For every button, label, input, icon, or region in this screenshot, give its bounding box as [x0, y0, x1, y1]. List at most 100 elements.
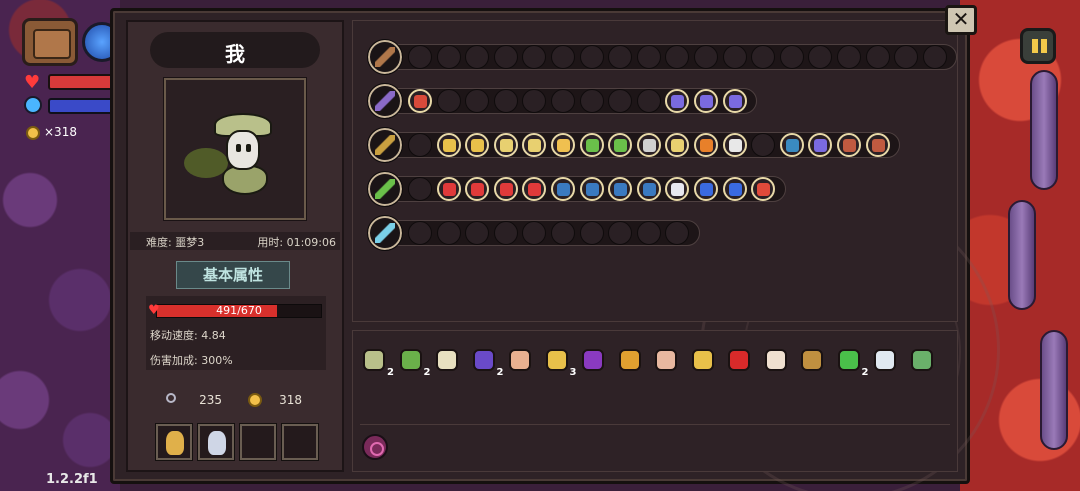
empty-slot[interactable]	[608, 221, 633, 245]
consumable-slot[interactable]	[155, 423, 193, 461]
red-eye-icon[interactable]	[725, 346, 753, 374]
empty-slot[interactable]	[779, 45, 804, 69]
empty-slot[interactable]	[465, 221, 490, 245]
ice-blade-icon-glyph	[375, 223, 395, 243]
arrow-icon[interactable]	[465, 133, 490, 157]
dagger-icon[interactable]	[579, 177, 604, 201]
tablet-icon[interactable]	[798, 346, 826, 374]
blade-icon[interactable]	[722, 89, 747, 113]
dark-spear-icon[interactable]	[367, 83, 403, 119]
mana-icon	[24, 96, 42, 114]
empty-slot[interactable]	[894, 45, 919, 69]
empty-slot[interactable]	[408, 133, 432, 157]
empty-slot[interactable]	[636, 45, 661, 69]
empty-slot[interactable]	[493, 89, 518, 113]
empty-slot[interactable]	[636, 221, 661, 245]
boot-icon[interactable]	[908, 346, 936, 374]
feather-icon[interactable]	[433, 346, 461, 374]
consumable-slot[interactable]	[239, 423, 277, 461]
pause-button[interactable]	[1020, 28, 1056, 64]
health-bar: 491/670	[156, 304, 322, 318]
empty-slot[interactable]	[551, 89, 575, 113]
straw-hat-icon[interactable]: 2	[360, 346, 394, 378]
damage-bonus-stat: 伤害加成: 300%	[150, 354, 233, 367]
gold-value: 318	[279, 393, 302, 407]
fang-icon[interactable]	[762, 346, 790, 374]
green-staff-icon[interactable]	[367, 171, 403, 207]
berries-icon[interactable]	[436, 177, 461, 201]
heart-organ-icon[interactable]	[865, 133, 890, 157]
consumable-slot[interactable]	[281, 423, 319, 461]
herb-icon-glyph	[399, 349, 422, 371]
bow-icon[interactable]	[779, 133, 804, 157]
ear-icon[interactable]	[506, 346, 534, 374]
mouse-icon[interactable]	[722, 133, 747, 157]
clover-icon[interactable]: 2	[835, 346, 869, 378]
empty-slot[interactable]	[579, 89, 604, 113]
empty-slot[interactable]	[408, 177, 432, 201]
trophy-icon[interactable]	[616, 346, 644, 374]
herb-icon[interactable]: 2	[397, 346, 431, 378]
empty-slot[interactable]	[551, 45, 575, 69]
book-icon[interactable]	[722, 177, 747, 201]
pickaxe-icon[interactable]: 3	[543, 346, 577, 378]
empty-slot[interactable]	[465, 45, 490, 69]
item-count: 2	[496, 367, 504, 378]
crystal-icon[interactable]	[751, 177, 776, 201]
berries-icon[interactable]	[493, 177, 518, 201]
cape-icon[interactable]	[579, 346, 607, 374]
scroll-icon[interactable]	[493, 133, 518, 157]
empty-slot[interactable]	[551, 221, 575, 245]
empty-slot[interactable]	[493, 45, 518, 69]
wizard-hat-icon-glyph	[472, 349, 495, 371]
empty-slot[interactable]	[408, 45, 432, 69]
dagger-icon[interactable]	[636, 177, 661, 201]
empty-slot[interactable]	[751, 45, 776, 69]
empty-slot[interactable]	[608, 89, 633, 113]
consumable-slot[interactable]	[197, 423, 235, 461]
bird-icon[interactable]	[652, 346, 680, 374]
coin-icon	[248, 393, 262, 407]
ice-blade-icon[interactable]	[367, 215, 403, 251]
empty-slot[interactable]	[722, 45, 747, 69]
dark-spear-icon-glyph	[375, 91, 395, 111]
chest-icon[interactable]	[367, 39, 403, 75]
arrow-icon[interactable]	[436, 133, 461, 157]
leaf-icon[interactable]	[608, 133, 633, 157]
inventory-divider	[360, 424, 950, 425]
close-button[interactable]: ✕	[945, 5, 977, 35]
leaf-icon[interactable]	[579, 133, 604, 157]
empty-slot[interactable]	[751, 133, 776, 157]
chest-icon[interactable]	[22, 18, 78, 66]
empty-slot[interactable]	[493, 221, 518, 245]
heart-organ-icon[interactable]	[837, 133, 861, 157]
dagger-icon[interactable]	[551, 177, 575, 201]
empty-slot[interactable]	[608, 45, 633, 69]
empty-slot[interactable]	[579, 45, 604, 69]
empty-slot[interactable]	[694, 45, 718, 69]
empty-slot[interactable]	[408, 221, 432, 245]
rune-icon[interactable]	[362, 434, 388, 460]
dagger-icon[interactable]	[608, 177, 633, 201]
wizard-hat-icon[interactable]: 2	[470, 346, 504, 378]
empty-slot[interactable]	[436, 221, 461, 245]
eye-icon[interactable]	[636, 133, 661, 157]
target-icon[interactable]	[408, 89, 432, 113]
ghost-icon[interactable]	[871, 346, 899, 374]
empty-slot[interactable]	[636, 89, 661, 113]
upgrade-icon[interactable]	[551, 133, 575, 157]
empty-slot[interactable]	[922, 45, 947, 69]
berries-icon[interactable]	[465, 177, 490, 201]
blade-icon[interactable]	[694, 89, 718, 113]
empty-slot[interactable]	[465, 89, 490, 113]
golden-staff-icon[interactable]	[367, 127, 403, 163]
empty-slot[interactable]	[837, 45, 861, 69]
empty-slot[interactable]	[865, 45, 890, 69]
empty-slot[interactable]	[436, 89, 461, 113]
branch-icon[interactable]	[689, 346, 717, 374]
hud-coin-count: ×318	[44, 125, 77, 139]
flame-icon[interactable]	[694, 133, 718, 157]
vial-icon[interactable]	[694, 177, 718, 201]
empty-slot[interactable]	[579, 221, 604, 245]
empty-slot[interactable]	[436, 45, 461, 69]
